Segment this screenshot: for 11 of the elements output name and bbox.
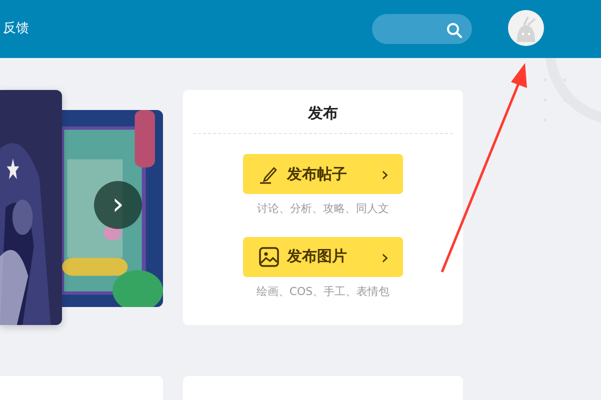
nav-link[interactable]: 反馈 [3, 19, 29, 38]
avatar-icon[interactable] [508, 10, 544, 46]
publish-post-button[interactable]: 发布帖子 › [243, 154, 403, 194]
image-icon [259, 246, 279, 266]
hint-text: 绘画、COS、手工、表情包 [255, 284, 391, 300]
publish-image-button[interactable]: 发布图片 › [243, 236, 403, 276]
search-icon[interactable] [446, 22, 462, 38]
card-title: 发布 [306, 104, 339, 122]
pencil-icon [259, 164, 279, 184]
hint-text: 讨论、分析、攻略、同人文 [256, 201, 390, 217]
search-field[interactable] [372, 14, 472, 44]
